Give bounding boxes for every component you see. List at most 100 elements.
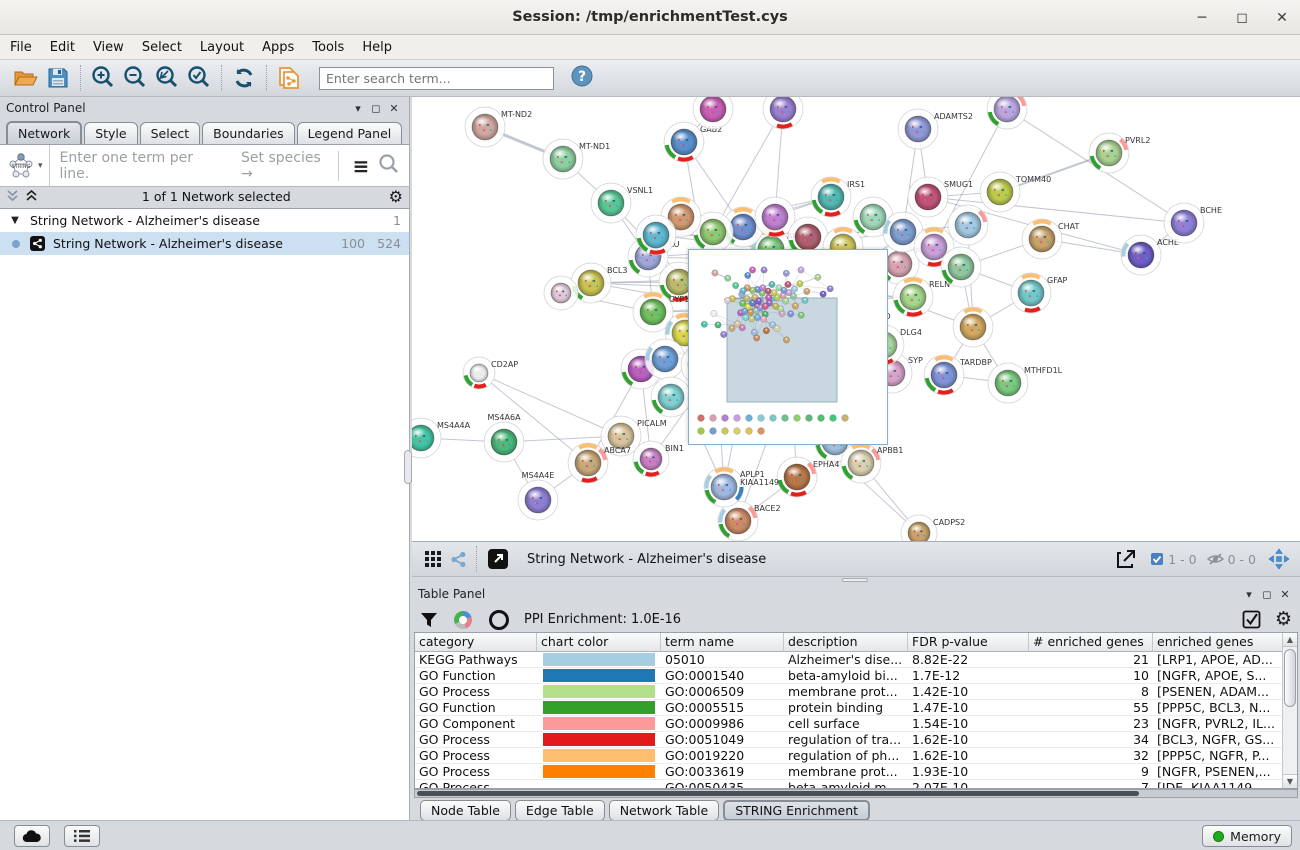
memory-button[interactable]: Memory: [1202, 825, 1292, 847]
column-header[interactable]: FDR p-value: [908, 633, 1029, 652]
zoom-in-button[interactable]: [87, 63, 119, 93]
chart-color-icon[interactable]: [452, 609, 474, 631]
share-view-button[interactable]: [446, 544, 470, 574]
table-row[interactable]: GO FunctionGO:0005515protein binding1.47…: [415, 700, 1297, 716]
table-panel-close-icon[interactable]: ✕: [1276, 588, 1294, 601]
network-node[interactable]: VSNL1: [591, 183, 653, 223]
table-row[interactable]: GO ProcessGO:0006509membrane prot...1.42…: [415, 684, 1297, 700]
tab-select[interactable]: Select: [140, 122, 201, 144]
detach-view-button[interactable]: [483, 544, 513, 574]
collapse-all-icon[interactable]: [25, 189, 38, 205]
string-options-button[interactable]: ≡: [347, 154, 375, 178]
set-species-link[interactable]: Set species →: [241, 150, 330, 182]
string-dropdown-caret[interactable]: ▾: [38, 161, 43, 171]
tab-network[interactable]: Network: [6, 121, 82, 144]
network-node[interactable]: MS4A4E: [518, 471, 558, 520]
tab-boundaries[interactable]: Boundaries: [202, 122, 294, 144]
cloud-tasks-button[interactable]: [14, 825, 50, 847]
panel-menu-icon[interactable]: ▾: [349, 102, 367, 115]
table-row[interactable]: GO ComponentGO:0009986cell surface1.54E-…: [415, 716, 1297, 732]
panel-close-icon[interactable]: ✕: [385, 102, 403, 115]
table-horizontal-scrollbar[interactable]: [414, 789, 1298, 798]
table-row[interactable]: GO ProcessGO:0051049regulation of tra...…: [415, 732, 1297, 748]
column-header[interactable]: # enriched genes: [1029, 633, 1153, 652]
column-header[interactable]: description: [784, 633, 908, 652]
network-node[interactable]: ACHE: [1121, 235, 1179, 275]
column-header[interactable]: term name: [661, 633, 784, 652]
network-node[interactable]: [645, 339, 685, 379]
table-panel-float-icon[interactable]: ◻: [1258, 588, 1276, 601]
network-node[interactable]: [953, 307, 993, 347]
network-node[interactable]: [544, 276, 578, 310]
network-panel-gear-icon[interactable]: ⚙: [389, 189, 403, 205]
select-terms-icon[interactable]: [1242, 610, 1261, 629]
network-node[interactable]: EPHA4: [777, 457, 839, 497]
table-row[interactable]: GO ProcessGO:0019220regulation of ph...1…: [415, 748, 1297, 764]
string-logo-icon[interactable]: STRING ▾: [6, 151, 49, 181]
menu-edit[interactable]: Edit: [50, 40, 75, 55]
table-row[interactable]: GO ProcessGO:0050435beta-amyloid m...2.0…: [415, 780, 1297, 789]
selected-checkbox-icon[interactable]: [1150, 552, 1164, 566]
birdseye-toggle-button[interactable]: [1266, 544, 1292, 574]
maximize-button[interactable]: ◻: [1234, 10, 1250, 26]
network-from-clipboard-button[interactable]: [273, 63, 305, 93]
menu-select[interactable]: Select: [142, 40, 182, 55]
birds-eye-view[interactable]: [688, 249, 888, 445]
network-node[interactable]: MS4A4A: [412, 418, 471, 458]
network-node[interactable]: MS4A6A: [484, 413, 524, 462]
expand-all-icon[interactable]: [6, 189, 19, 205]
network-collection-row[interactable]: ▼ String Network - Alzheimer's disease 1: [0, 209, 409, 232]
ring-chart-icon[interactable]: [488, 609, 510, 631]
search-input[interactable]: [319, 67, 554, 90]
table-row[interactable]: GO FunctionGO:0001540beta-amyloid bi...1…: [415, 668, 1297, 684]
network-node[interactable]: CADPS2: [901, 515, 965, 541]
panel-splitter-handle[interactable]: [404, 450, 412, 484]
column-header[interactable]: category: [415, 633, 537, 652]
panel-float-icon[interactable]: ◻: [367, 102, 385, 115]
scrollbar-thumb[interactable]: [1284, 649, 1296, 707]
network-node[interactable]: [948, 205, 988, 245]
network-node[interactable]: TARDBP: [924, 355, 992, 395]
zoom-fit-button[interactable]: [151, 63, 183, 93]
network-node[interactable]: BCHE: [1164, 203, 1222, 243]
network-node[interactable]: [941, 247, 981, 287]
string-search-button[interactable]: [375, 153, 403, 179]
collection-expand-caret[interactable]: ▼: [0, 215, 30, 226]
table-vertical-scrollbar[interactable]: ▲ ▼: [1282, 633, 1297, 788]
string-term-input[interactable]: Enter one term per line. Set species →: [49, 145, 330, 186]
table-row[interactable]: KEGG Pathways05010Alzheimer's dise...8.8…: [415, 652, 1297, 668]
minimize-button[interactable]: ─: [1194, 10, 1210, 26]
column-header[interactable]: chart color: [537, 633, 661, 652]
network-node[interactable]: ADAMTS2: [898, 109, 973, 149]
zoom-out-button[interactable]: [119, 63, 151, 93]
tab-style[interactable]: Style: [84, 122, 137, 144]
menu-file[interactable]: File: [10, 40, 32, 55]
network-node[interactable]: PVRL2: [1089, 133, 1150, 173]
tab-string-enrichment[interactable]: STRING Enrichment: [723, 800, 870, 821]
table-row[interactable]: GO ProcessGO:0033619membrane prot...1.93…: [415, 764, 1297, 780]
network-node[interactable]: APBB1: [841, 443, 903, 483]
network-row[interactable]: String Network - Alzheimer's disease 100…: [0, 232, 409, 255]
column-header[interactable]: enriched genes: [1153, 633, 1284, 652]
network-node[interactable]: [651, 377, 691, 417]
network-node[interactable]: [636, 215, 676, 255]
menu-layout[interactable]: Layout: [200, 40, 244, 55]
enrichment-settings-gear-icon[interactable]: ⚙: [1275, 610, 1292, 629]
table-panel-menu-icon[interactable]: ▾: [1240, 588, 1258, 601]
network-node[interactable]: MT-ND1: [543, 139, 610, 179]
task-history-button[interactable]: [64, 825, 100, 847]
network-node[interactable]: BIN1: [633, 441, 684, 477]
network-node[interactable]: [763, 97, 803, 129]
filter-icon[interactable]: [420, 611, 438, 629]
network-node[interactable]: MTHFD1L: [988, 363, 1063, 403]
save-session-button[interactable]: [42, 63, 74, 93]
network-node[interactable]: ABCA7: [568, 443, 631, 483]
export-network-button[interactable]: [1112, 544, 1140, 574]
eye-off-icon[interactable]: [1207, 552, 1224, 566]
tab-legend-panel[interactable]: Legend Panel: [297, 122, 403, 144]
network-node[interactable]: GFAP: [1011, 273, 1068, 313]
scroll-up-arrow[interactable]: ▲: [1283, 633, 1297, 647]
help-button[interactable]: ?: [570, 64, 594, 92]
tab-edge-table[interactable]: Edge Table: [515, 800, 605, 821]
refresh-button[interactable]: [228, 63, 260, 93]
